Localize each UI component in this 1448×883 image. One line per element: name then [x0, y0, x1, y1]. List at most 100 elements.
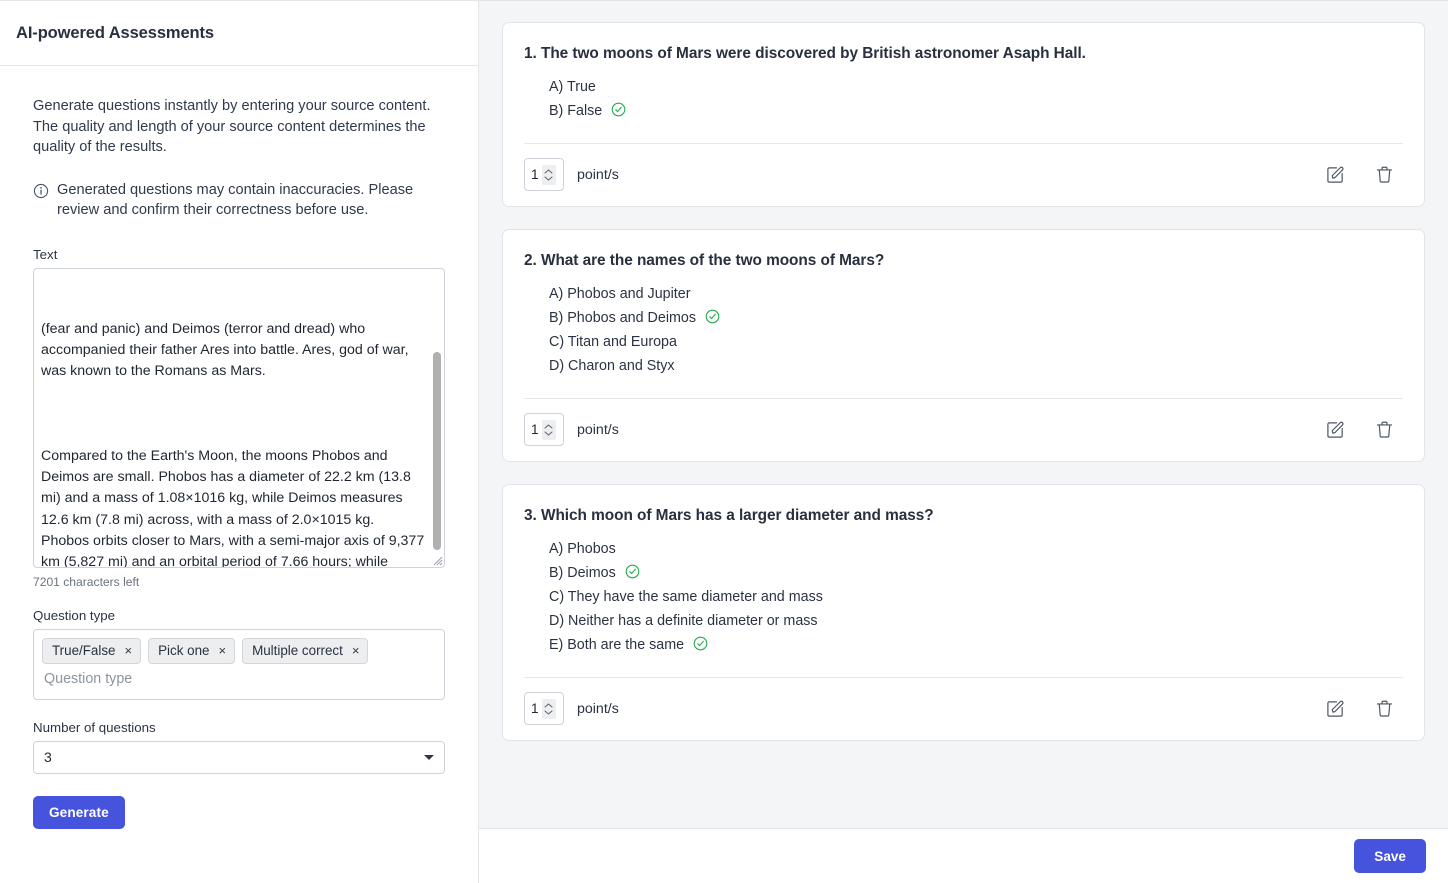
questions-list: 1. The two moons of Mars were discovered…	[479, 1, 1448, 828]
question-card: 1. The two moons of Mars were discovered…	[502, 22, 1425, 207]
question-options: A) Phobos B) Deimos	[524, 537, 1403, 671]
tag-label: True/False	[52, 644, 116, 657]
check-circle-icon	[625, 564, 640, 583]
question-option[interactable]: C) They have the same diameter and mass	[549, 585, 1403, 609]
points-value: 1	[531, 167, 539, 182]
question-footer: 1 point/s	[503, 399, 1424, 461]
question-options: A) True B) False	[524, 75, 1403, 137]
intro-text: Generate questions instantly by entering…	[33, 96, 445, 158]
question-option[interactable]: A) Phobos and Jupiter	[549, 282, 1403, 306]
question-type-tag-list: True/False × Pick one × Multiple correct…	[42, 638, 436, 664]
trash-icon[interactable]	[1375, 699, 1394, 718]
question-option[interactable]: D) Charon and Styx	[549, 354, 1403, 378]
tag-label: Pick one	[158, 644, 209, 657]
edit-pencil-icon[interactable]	[1326, 165, 1345, 184]
option-label: A) Phobos and Jupiter	[549, 286, 690, 302]
option-label: D) Charon and Styx	[549, 358, 675, 374]
right-panel: 1. The two moons of Mars were discovered…	[479, 1, 1448, 883]
question-option[interactable]: C) Titan and Europa	[549, 330, 1403, 354]
check-circle-icon	[705, 309, 720, 328]
question-type-input[interactable]: True/False × Pick one × Multiple correct…	[33, 629, 445, 700]
option-label: B) Phobos and Deimos	[549, 310, 696, 326]
text-field-label: Text	[33, 247, 445, 262]
points-label: point/s	[577, 422, 619, 438]
right-panel-footer: Save	[479, 828, 1448, 883]
question-option[interactable]: A) Phobos	[549, 537, 1403, 561]
question-type-placeholder[interactable]: Question type	[42, 671, 436, 693]
textarea-scrollbar[interactable]	[433, 273, 441, 563]
character-count: 7201 characters left	[33, 575, 445, 589]
number-of-questions-value: 3	[44, 749, 52, 765]
assessment-generator-page: AI-powered Assessments Generate question…	[0, 0, 1448, 883]
question-card: 3. Which moon of Mars has a larger diame…	[502, 484, 1425, 741]
question-option[interactable]: A) True	[549, 75, 1403, 99]
option-label: B) False	[549, 103, 602, 119]
question-header: 3. Which moon of Mars has a larger diame…	[503, 485, 1424, 677]
points-value: 1	[531, 422, 539, 437]
question-type-tag[interactable]: Pick one ×	[148, 638, 235, 664]
question-option[interactable]: B) Deimos	[549, 561, 1403, 585]
generate-button[interactable]: Generate	[33, 796, 125, 829]
option-label: E) Both are the same	[549, 637, 684, 653]
question-footer: 1 point/s	[503, 144, 1424, 206]
question-option[interactable]: B) Phobos and Deimos	[549, 306, 1403, 330]
question-option[interactable]: E) Both are the same	[549, 633, 1403, 657]
option-label: C) Titan and Europa	[549, 334, 677, 350]
option-label: A) Phobos	[549, 541, 616, 557]
number-of-questions-select[interactable]: 3	[33, 741, 445, 774]
remove-tag-icon[interactable]: ×	[125, 644, 133, 657]
source-text-paragraph-2: Compared to the Earth's Moon, the moons …	[41, 446, 426, 567]
points-stepper[interactable]: 1	[524, 413, 564, 446]
edit-pencil-icon[interactable]	[1326, 699, 1345, 718]
remove-tag-icon[interactable]: ×	[218, 644, 226, 657]
trash-icon[interactable]	[1375, 165, 1394, 184]
points-stepper[interactable]: 1	[524, 692, 564, 725]
question-header: 1. The two moons of Mars were discovered…	[503, 23, 1424, 143]
number-of-questions-value-box[interactable]: 3	[33, 741, 445, 774]
question-header: 2. What are the names of the two moons o…	[503, 230, 1424, 398]
points-label: point/s	[577, 167, 619, 183]
save-button[interactable]: Save	[1354, 839, 1426, 873]
question-actions	[1326, 699, 1403, 718]
question-title: 3. Which moon of Mars has a larger diame…	[524, 507, 1403, 525]
question-footer: 1 point/s	[503, 678, 1424, 740]
left-panel-header: AI-powered Assessments	[0, 1, 478, 66]
question-title: 2. What are the names of the two moons o…	[524, 252, 1403, 270]
remove-tag-icon[interactable]: ×	[352, 644, 360, 657]
textarea-scrollbar-thumb[interactable]	[433, 352, 441, 550]
option-label: D) Neither has a definite diameter or ma…	[549, 613, 818, 629]
check-circle-icon	[611, 102, 626, 121]
question-option[interactable]: B) False	[549, 99, 1403, 123]
option-label: C) They have the same diameter and mass	[549, 589, 823, 605]
source-text-input[interactable]: (fear and panic) and Deimos (terror and …	[33, 268, 445, 568]
question-title: 1. The two moons of Mars were discovered…	[524, 45, 1403, 63]
inaccuracy-notice-text: Generated questions may contain inaccura…	[57, 180, 445, 221]
tag-label: Multiple correct	[252, 644, 343, 657]
chevron-down-icon[interactable]	[424, 755, 434, 760]
points-label: point/s	[577, 701, 619, 717]
question-type-tag[interactable]: Multiple correct ×	[242, 638, 368, 664]
source-text-paragraph-1: (fear and panic) and Deimos (terror and …	[41, 319, 426, 383]
option-label: B) Deimos	[549, 565, 616, 581]
edit-pencil-icon[interactable]	[1326, 420, 1345, 439]
left-panel-body: Generate questions instantly by entering…	[0, 66, 478, 883]
stepper-spinner[interactable]	[542, 165, 556, 185]
option-label: A) True	[549, 79, 596, 95]
check-circle-icon	[693, 636, 708, 655]
points-stepper[interactable]: 1	[524, 158, 564, 191]
question-type-label: Question type	[33, 608, 445, 623]
info-circle-icon	[33, 183, 49, 206]
stepper-spinner[interactable]	[542, 420, 556, 440]
left-panel: AI-powered Assessments Generate question…	[0, 1, 479, 883]
trash-icon[interactable]	[1375, 420, 1394, 439]
question-type-tag[interactable]: True/False ×	[42, 638, 141, 664]
question-option[interactable]: D) Neither has a definite diameter or ma…	[549, 609, 1403, 633]
source-text-content: (fear and panic) and Deimos (terror and …	[34, 269, 444, 567]
points-value: 1	[531, 701, 539, 716]
question-card: 2. What are the names of the two moons o…	[502, 229, 1425, 462]
question-actions	[1326, 165, 1403, 184]
number-of-questions-label: Number of questions	[33, 720, 445, 735]
inaccuracy-notice: Generated questions may contain inaccura…	[33, 180, 445, 221]
stepper-spinner[interactable]	[542, 699, 556, 719]
question-options: A) Phobos and Jupiter B) Phobos and Deim…	[524, 282, 1403, 392]
